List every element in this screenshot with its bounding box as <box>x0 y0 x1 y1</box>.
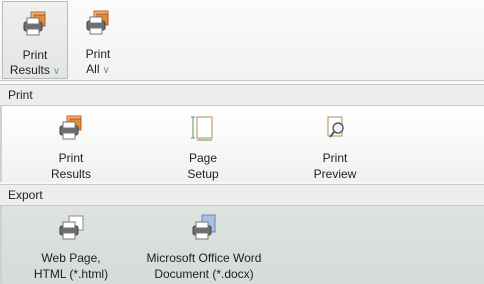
item-label-line2: HTML (*.html) <box>33 267 109 281</box>
export-docx-menu-item[interactable]: Microsoft Office Word Document (*.docx) <box>140 214 268 281</box>
printer-document-icon <box>192 214 216 240</box>
print-all-button[interactable]: Print All ∨ <box>72 1 124 79</box>
chevron-down-icon: ∨ <box>102 65 110 76</box>
print-section-body: Print Results Page Setup Print Preview <box>0 106 484 182</box>
printer-stack-icon <box>86 10 109 35</box>
print-preview-icon <box>327 116 344 138</box>
print-all-line2: All <box>86 62 100 76</box>
left-border <box>0 106 2 182</box>
printer-stack-icon <box>23 11 46 36</box>
item-label-line2: Document (*.docx) <box>154 267 254 281</box>
item-label-line2: Setup <box>187 167 219 181</box>
print-section-title: Print <box>8 88 33 102</box>
print-results-line2: Results <box>9 63 50 77</box>
page-setup-menu-item[interactable]: Page Setup <box>162 114 244 181</box>
item-label-line2: Preview <box>313 167 357 181</box>
ribbon-toolbar: Print Results ∨ Print All ∨ <box>0 0 484 81</box>
page-setup-icon <box>191 116 213 141</box>
item-label-line1: Microsoft Office Word <box>146 251 262 265</box>
print-all-label: Print All ∨ <box>72 47 124 78</box>
item-label-line1: Print <box>58 151 84 165</box>
left-border <box>0 206 2 284</box>
export-section-header: Export <box>0 184 484 206</box>
print-preview-menu-item[interactable]: Print Preview <box>294 114 376 181</box>
printer-stack-icon <box>59 115 82 140</box>
print-results-label: Print Results ∨ <box>3 48 67 79</box>
export-section-body: Web Page, HTML (*.html) Microsoft Office… <box>0 206 484 284</box>
export-html-menu-item[interactable]: Web Page, HTML (*.html) <box>22 214 120 281</box>
print-results-menu-item[interactable]: Print Results <box>30 114 112 181</box>
export-section-title: Export <box>8 188 43 202</box>
print-results-line1: Print <box>22 48 48 62</box>
item-label-line1: Web Page, <box>41 251 101 265</box>
print-section-header: Print <box>0 84 484 106</box>
chevron-down-icon: ∨ <box>52 66 61 77</box>
item-label-line2: Results <box>50 167 91 181</box>
item-label-line1: Page <box>188 151 218 165</box>
print-all-line1: Print <box>85 47 111 61</box>
print-results-button[interactable]: Print Results ∨ <box>2 1 68 79</box>
item-label-line1: Print <box>322 151 348 165</box>
printer-webpage-icon <box>59 215 84 240</box>
